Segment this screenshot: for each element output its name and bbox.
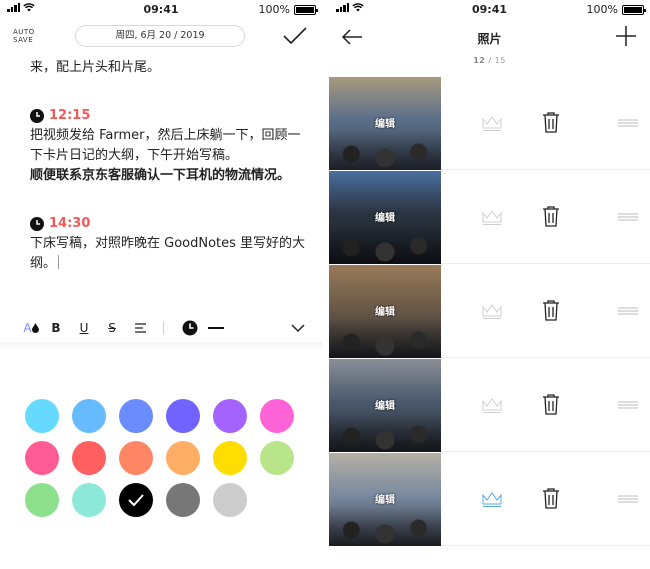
text-cursor — [58, 255, 60, 269]
photo-row[interactable]: 编辑 — [329, 77, 650, 170]
clock-icon — [30, 109, 44, 123]
autosave-toggle[interactable]: AUTO SAVE — [13, 28, 35, 44]
selected-check-icon — [128, 494, 144, 506]
color-swatch[interactable] — [166, 399, 200, 433]
edit-label: 编辑 — [375, 119, 395, 130]
entry-time-label: 14:30 — [49, 216, 91, 231]
drag-handle-icon[interactable] — [618, 213, 638, 221]
color-swatch[interactable] — [213, 441, 247, 475]
edit-label: 编辑 — [375, 213, 395, 224]
entry-timestamp: 12:15 — [30, 106, 310, 126]
trash-icon[interactable] — [542, 111, 560, 133]
photo-row[interactable]: 编辑 — [329, 359, 650, 452]
photo-thumbnail[interactable]: 编辑 — [329, 171, 441, 264]
page-title: 照片 — [477, 32, 502, 46]
photo-thumbnail[interactable]: 编辑 — [329, 453, 441, 546]
color-swatch[interactable] — [72, 441, 106, 475]
battery-icon — [294, 4, 318, 15]
entry-timestamp: 14:30 — [30, 214, 310, 234]
photo-thumbnail[interactable]: 编辑 — [329, 265, 441, 358]
color-swatch[interactable] — [72, 399, 106, 433]
photo-row[interactable]: 编辑 — [329, 171, 650, 264]
photo-count: 12 / 15 — [329, 56, 650, 65]
crown-icon[interactable] — [482, 491, 502, 507]
status-bar: 09:41 100% — [0, 0, 322, 20]
trash-icon[interactable] — [542, 299, 560, 321]
photo-crowd-shape — [329, 506, 441, 546]
color-swatch[interactable] — [260, 399, 294, 433]
color-swatch[interactable] — [25, 399, 59, 433]
color-swatch[interactable] — [260, 441, 294, 475]
text-color-letter-icon: A — [23, 321, 32, 335]
entry-text: 把视频发给 Farmer，然后上床躺一下，回顾一下卡片日记的大纲，下午开始写稿。 — [30, 128, 301, 163]
photo-crowd-shape — [329, 318, 441, 358]
color-swatch[interactable] — [119, 483, 153, 517]
entry-time-label: 12:15 — [49, 108, 91, 123]
photo-crowd-shape — [329, 130, 441, 170]
battery-percent: 100% — [258, 3, 290, 16]
autosave-label-top: AUTO — [13, 28, 35, 36]
editor-screen: 09:41 100% AUTO SAVE 周四, 6月 20 / 2019 来，… — [0, 0, 322, 569]
toolbar-divider — [163, 322, 164, 334]
screen-divider — [322, 0, 329, 569]
photo-crowd-shape — [329, 224, 441, 264]
edit-label: 编辑 — [375, 495, 395, 506]
crown-icon[interactable] — [482, 115, 502, 131]
photo-thumbnail[interactable]: 编辑 — [329, 77, 441, 170]
color-swatch[interactable] — [213, 399, 247, 433]
autosave-label-bottom: SAVE — [13, 36, 34, 44]
crown-icon[interactable] — [482, 209, 502, 225]
photo-row[interactable]: 编辑 — [329, 453, 650, 546]
date-selector[interactable]: 周四, 6月 20 / 2019 — [75, 25, 245, 47]
edit-label: 编辑 — [375, 401, 395, 412]
drag-handle-icon[interactable] — [618, 307, 638, 315]
strikethrough-button[interactable]: S — [105, 320, 119, 336]
journal-editor[interactable]: 来，配上片头和片尾。 12:15 把视频发给 Farmer，然后上床躺一下，回顾… — [30, 58, 310, 274]
status-bar: 09:41 100% — [329, 0, 650, 20]
trash-icon[interactable] — [542, 487, 560, 509]
bold-button[interactable]: B — [49, 320, 63, 336]
edit-label: 编辑 — [375, 307, 395, 318]
underline-button[interactable]: U — [77, 320, 91, 336]
photo-crowd-shape — [329, 412, 441, 452]
photos-navbar: 照片 12 / 15 — [329, 20, 650, 75]
journal-intro-text: 来，配上片头和片尾。 — [30, 60, 161, 75]
drag-handle-icon[interactable] — [618, 401, 638, 409]
crown-icon[interactable] — [482, 397, 502, 413]
color-swatch[interactable] — [166, 483, 200, 517]
entry-bold-text: 顺便联系京东客服确认一下耳机的物流情况。 — [30, 168, 291, 183]
photo-row[interactable]: 编辑 — [329, 265, 650, 358]
photos-screen: 09:41 100% 照片 12 / 15 编辑 编辑 编辑 编辑 编辑 — [329, 0, 650, 569]
color-swatch[interactable] — [119, 399, 153, 433]
photo-thumbnail[interactable]: 编辑 — [329, 359, 441, 452]
entry-text: 下床写稿，对照昨晚在 GoodNotes 里写好的大纲。 — [30, 234, 310, 274]
color-swatch[interactable] — [213, 483, 247, 517]
color-swatch[interactable] — [72, 483, 106, 517]
done-check-icon[interactable] — [282, 25, 308, 47]
battery-icon — [622, 4, 646, 15]
color-swatch[interactable] — [25, 441, 59, 475]
align-icon[interactable] — [134, 320, 147, 336]
color-swatch[interactable] — [166, 441, 200, 475]
text-color-tool[interactable]: A — [22, 320, 40, 336]
format-toolbar: A B U S — [0, 314, 322, 342]
photo-count-current: 12 — [473, 56, 486, 65]
chevron-down-icon[interactable] — [290, 320, 306, 336]
photo-count-total: / 15 — [488, 56, 506, 65]
crown-icon[interactable] — [482, 303, 502, 319]
trash-icon[interactable] — [542, 393, 560, 415]
divider-line-icon[interactable] — [207, 320, 225, 336]
battery-percent: 100% — [586, 3, 618, 16]
color-swatch[interactable] — [25, 483, 59, 517]
trash-icon[interactable] — [542, 205, 560, 227]
clock-icon — [30, 217, 44, 231]
color-drop-icon — [31, 323, 39, 333]
add-icon[interactable] — [616, 26, 636, 46]
insert-time-icon[interactable] — [182, 320, 198, 336]
color-swatch[interactable] — [119, 441, 153, 475]
drag-handle-icon[interactable] — [618, 495, 638, 503]
entry-text-content: 下床写稿，对照昨晚在 GoodNotes 里写好的大纲。 — [30, 236, 306, 271]
drag-handle-icon[interactable] — [618, 119, 638, 127]
toolbar-shadow — [0, 342, 322, 350]
